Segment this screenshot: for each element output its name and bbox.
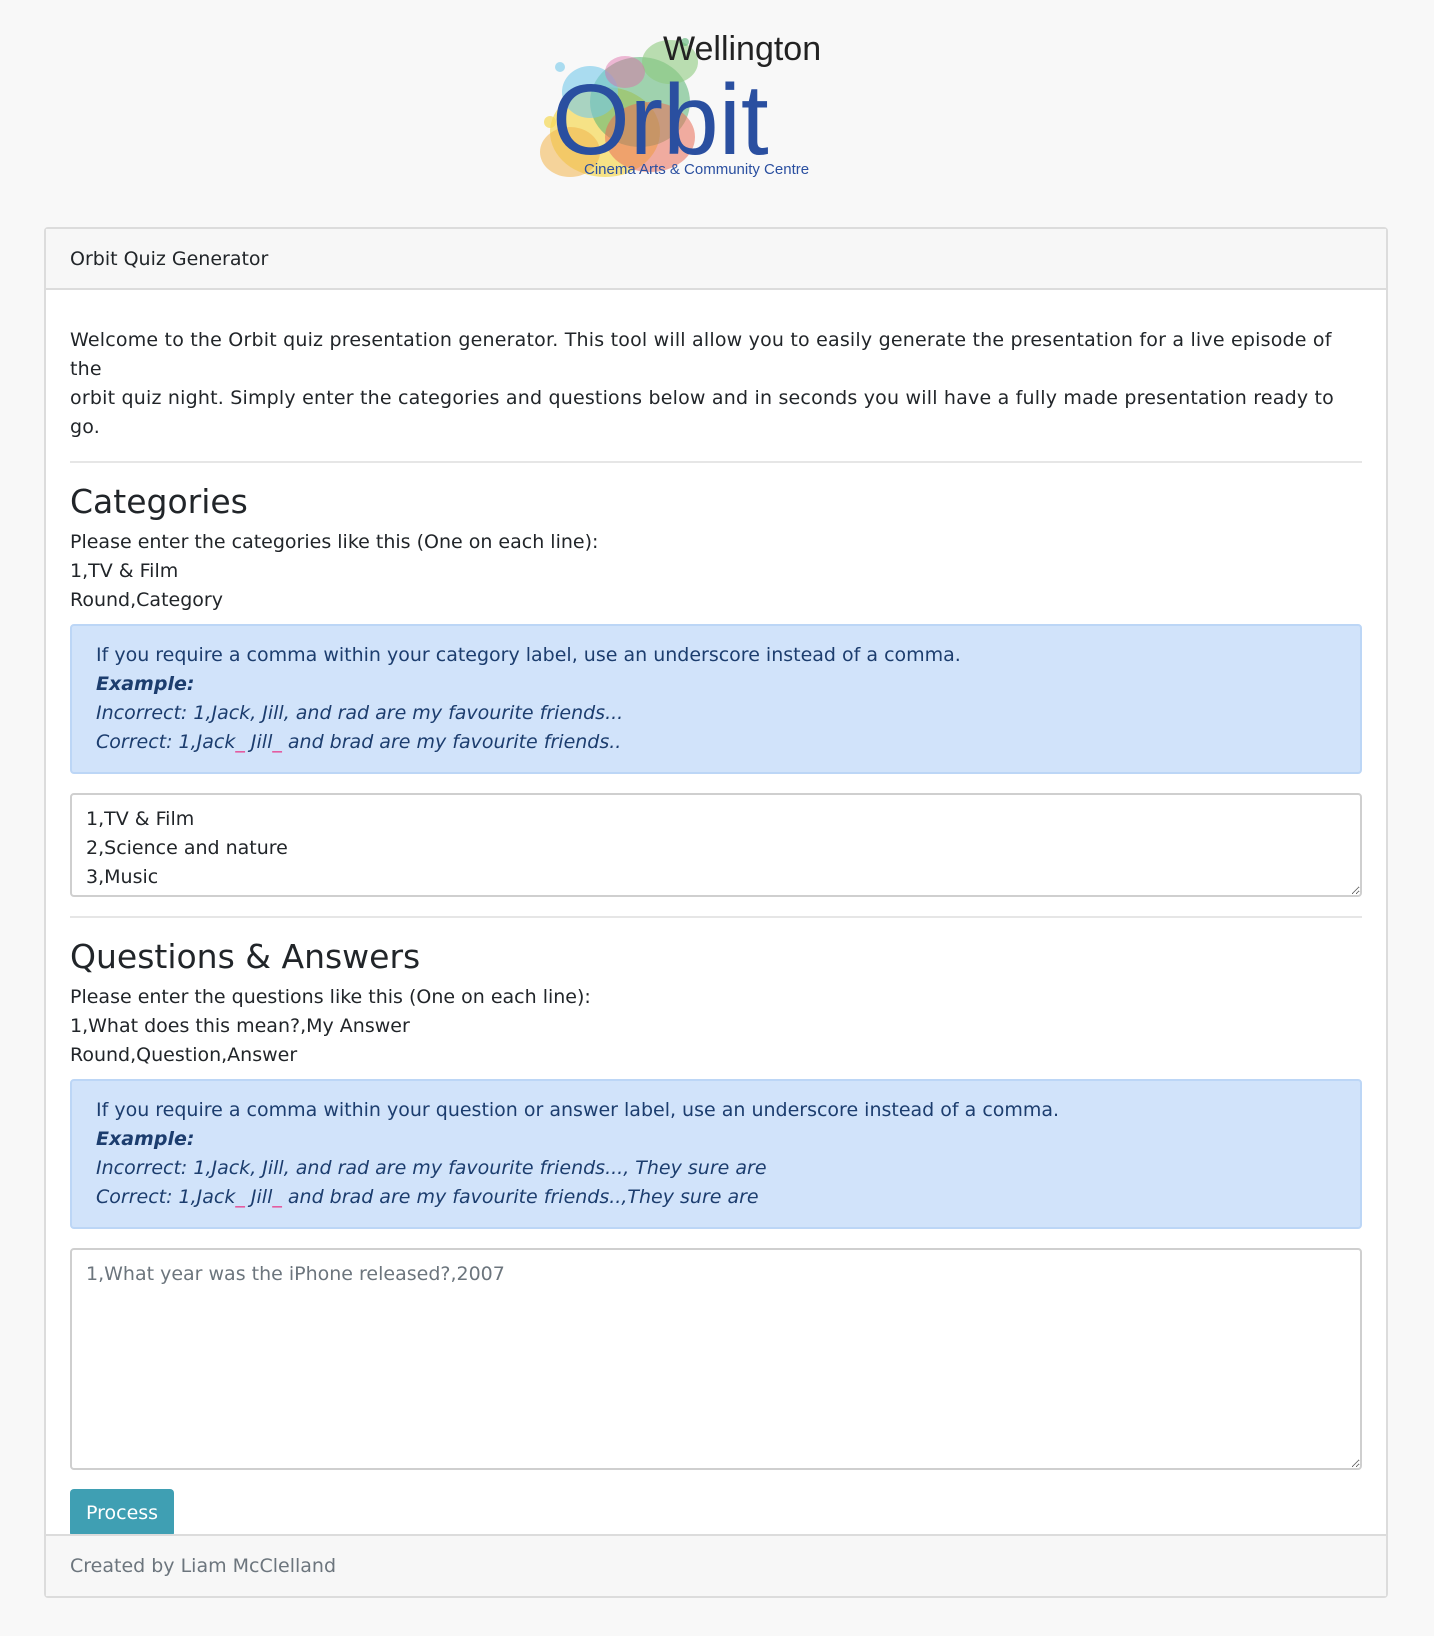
categories-instruction-text: Please enter the categories like this (O… <box>70 531 599 553</box>
categories-alert-incorrect: Incorrect: 1,Jack, Jill, and rad are my … <box>96 702 624 724</box>
categories-instructions: Please enter the categories like this (O… <box>70 528 1362 615</box>
categories-example-line: 1,TV & Film <box>70 560 179 582</box>
card-footer: Created by Liam McClelland <box>46 1534 1386 1596</box>
intro-line-1: Welcome to the Orbit quiz presentation g… <box>70 329 1332 380</box>
process-button[interactable]: Process <box>70 1489 175 1537</box>
categories-alert-text: If you require a comma within your categ… <box>96 644 961 666</box>
card-body: Welcome to the Orbit quiz presentation g… <box>46 290 1386 1537</box>
orbit-logo: Wellington Orbit Cinema Arts & Community… <box>530 22 870 192</box>
orbit-logo-graphic: Wellington Orbit Cinema Arts & Community… <box>540 30 821 178</box>
categories-alert-correct: Correct: 1,Jack_ Jill_ and brad are my f… <box>96 731 622 753</box>
questions-alert-text: If you require a comma within your quest… <box>96 1099 1060 1121</box>
questions-instruction-text: Please enter the questions like this (On… <box>70 986 591 1008</box>
categories-info-alert: If you require a comma within your categ… <box>70 624 1362 774</box>
intro-line-2: orbit quiz night. Simply enter the categ… <box>70 387 1335 438</box>
questions-format-line: Round,Question,Answer <box>70 1044 298 1066</box>
logo-top-text: Wellington <box>663 30 821 68</box>
divider <box>70 916 1362 918</box>
categories-format-line: Round,Category <box>70 589 223 611</box>
divider <box>70 461 1362 463</box>
questions-instructions: Please enter the questions like this (On… <box>70 983 1362 1070</box>
questions-alert-correct: Correct: 1,Jack_ Jill_ and brad are my f… <box>96 1186 759 1208</box>
intro-text: Welcome to the Orbit quiz presentation g… <box>70 290 1362 442</box>
categories-alert-example-label: Example: <box>96 673 195 695</box>
categories-heading: Categories <box>70 482 248 521</box>
categories-textarea[interactable] <box>70 793 1362 897</box>
questions-alert-example-label: Example: <box>96 1128 195 1150</box>
logo-main-text: Orbit <box>552 64 769 176</box>
logo-sub-text: Cinema Arts & Community Centre <box>584 161 809 178</box>
questions-example-line: 1,What does this mean?,My Answer <box>70 1015 410 1037</box>
questions-alert-incorrect: Incorrect: 1,Jack, Jill, and rad are my … <box>96 1157 767 1179</box>
questions-info-alert: If you require a comma within your quest… <box>70 1079 1362 1229</box>
questions-textarea[interactable] <box>70 1248 1362 1470</box>
quiz-generator-card: Orbit Quiz Generator Welcome to the Orbi… <box>44 227 1388 1598</box>
footer-credit: Created by Liam McClelland <box>70 1555 337 1577</box>
questions-heading: Questions & Answers <box>70 937 421 976</box>
card-header: Orbit Quiz Generator <box>46 229 1386 290</box>
card-header-title: Orbit Quiz Generator <box>70 247 269 270</box>
